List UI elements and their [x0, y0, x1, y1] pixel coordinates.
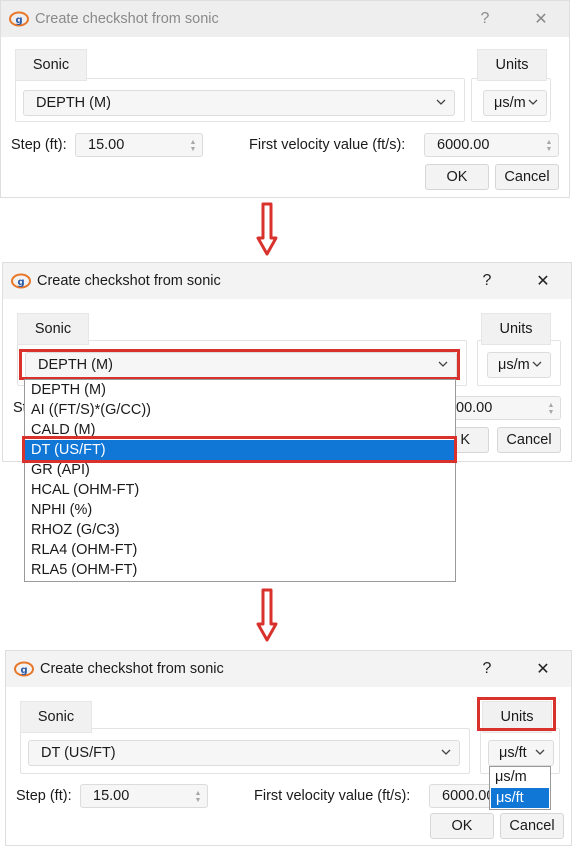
units-select-value: μs/ft: [499, 745, 527, 761]
dropdown-option[interactable]: RLA4 (OHM-FT): [25, 540, 455, 560]
dropdown-option[interactable]: μs/m: [490, 767, 550, 787]
step-input[interactable]: 15.00 ▲ ▼: [75, 133, 203, 157]
velocity-input[interactable]: 6000.00 ▲ ▼: [424, 133, 559, 157]
step-label: Step (ft):: [11, 137, 67, 153]
sonic-select-value: DEPTH (M): [36, 95, 111, 111]
title-bar: g Create checkshot from sonic ? ✕: [1, 1, 569, 37]
step-value: 15.00: [88, 137, 125, 153]
cancel-button[interactable]: Cancel: [497, 427, 561, 453]
ok-button[interactable]: OK: [430, 813, 494, 839]
tab-sonic[interactable]: Sonic: [17, 313, 89, 345]
tab-sonic[interactable]: Sonic: [15, 49, 87, 81]
velocity-value: 6000.00: [437, 137, 490, 153]
velocity-value: 6000.00: [442, 788, 495, 804]
spin-arrows-icon[interactable]: ▲ ▼: [545, 139, 553, 153]
tab-units[interactable]: Units: [481, 313, 551, 345]
chevron-down-icon: [528, 99, 538, 105]
close-icon[interactable]: ✕: [513, 1, 569, 37]
app-logo-icon: g: [9, 10, 29, 28]
spin-arrows-icon[interactable]: ▲ ▼: [547, 402, 555, 416]
help-button[interactable]: ?: [457, 1, 513, 37]
cancel-button[interactable]: Cancel: [495, 164, 559, 190]
dropdown-option-selected[interactable]: μs/ft: [491, 788, 549, 808]
title-bar: g Create checkshot from sonic ? ✕: [3, 263, 571, 299]
window-title: Create checkshot from sonic: [40, 661, 224, 677]
help-button[interactable]: ?: [459, 263, 515, 299]
svg-text:g: g: [21, 665, 28, 676]
units-select-value: μs/m: [498, 357, 530, 373]
velocity-label: First velocity value (ft/s):: [249, 137, 406, 153]
close-icon[interactable]: ✕: [515, 263, 571, 299]
dialog-step-3: g Create checkshot from sonic ? ✕ Sonic …: [5, 650, 572, 846]
velocity-input[interactable]: 00.00 ▲ ▼: [443, 396, 561, 420]
dropdown-option[interactable]: AI ((FT/S)*(G/CC)): [25, 400, 455, 420]
units-select[interactable]: μs/m: [483, 90, 547, 116]
tab-sonic[interactable]: Sonic: [20, 701, 92, 733]
dropdown-option[interactable]: GR (API): [25, 460, 455, 480]
step-value: 15.00: [93, 788, 130, 804]
window-title: Create checkshot from sonic: [37, 273, 221, 289]
spin-arrows-icon[interactable]: ▲ ▼: [189, 139, 197, 153]
chevron-down-icon: [436, 99, 446, 105]
app-logo-icon: g: [11, 272, 31, 290]
step-label: Step (ft):: [16, 788, 72, 804]
arrow-down-icon: [256, 588, 278, 642]
tab-units[interactable]: Units: [477, 49, 547, 81]
highlight-sonic-select: [19, 349, 460, 380]
highlight-units-tab: [477, 697, 556, 731]
units-select[interactable]: μs/ft: [488, 740, 554, 766]
dropdown-option[interactable]: DEPTH (M): [25, 380, 455, 400]
highlight-dt-option: [22, 436, 457, 463]
units-dropdown-list: μs/m μs/ft: [489, 766, 551, 810]
dropdown-option[interactable]: NPHI (%): [25, 500, 455, 520]
window-title: Create checkshot from sonic: [35, 11, 219, 27]
velocity-label: First velocity value (ft/s):: [254, 788, 411, 804]
sonic-select[interactable]: DEPTH (M): [23, 90, 455, 116]
cancel-button[interactable]: Cancel: [500, 813, 564, 839]
close-icon[interactable]: ✕: [515, 651, 571, 687]
dropdown-option[interactable]: RLA5 (OHM-FT): [25, 560, 455, 580]
dialog-step-1: g Create checkshot from sonic ? ✕ Sonic …: [0, 0, 570, 198]
chevron-down-icon: [535, 749, 545, 755]
dropdown-option[interactable]: HCAL (OHM-FT): [25, 480, 455, 500]
sonic-dropdown-list: DEPTH (M) AI ((FT/S)*(G/CC)) CALD (M) DT…: [24, 379, 456, 582]
app-logo-icon: g: [14, 660, 34, 678]
units-select[interactable]: μs/m: [487, 352, 551, 378]
svg-text:g: g: [18, 277, 25, 288]
svg-text:g: g: [16, 15, 23, 26]
help-button[interactable]: ?: [459, 651, 515, 687]
sonic-select[interactable]: DT (US/FT): [28, 740, 460, 766]
sonic-select-value: DT (US/FT): [41, 745, 116, 761]
step-input[interactable]: 15.00 ▲ ▼: [80, 784, 208, 808]
velocity-input[interactable]: 6000.00: [429, 784, 497, 808]
units-select-value: μs/m: [494, 95, 526, 111]
dropdown-option[interactable]: RHOZ (G/C3): [25, 520, 455, 540]
ok-button[interactable]: OK: [425, 164, 489, 190]
velocity-value: 00.00: [456, 400, 493, 416]
spin-arrows-icon[interactable]: ▲ ▼: [194, 790, 202, 804]
arrow-down-icon: [256, 202, 278, 256]
chevron-down-icon: [532, 361, 542, 367]
chevron-down-icon: [441, 749, 451, 755]
title-bar: g Create checkshot from sonic ? ✕: [6, 651, 571, 687]
